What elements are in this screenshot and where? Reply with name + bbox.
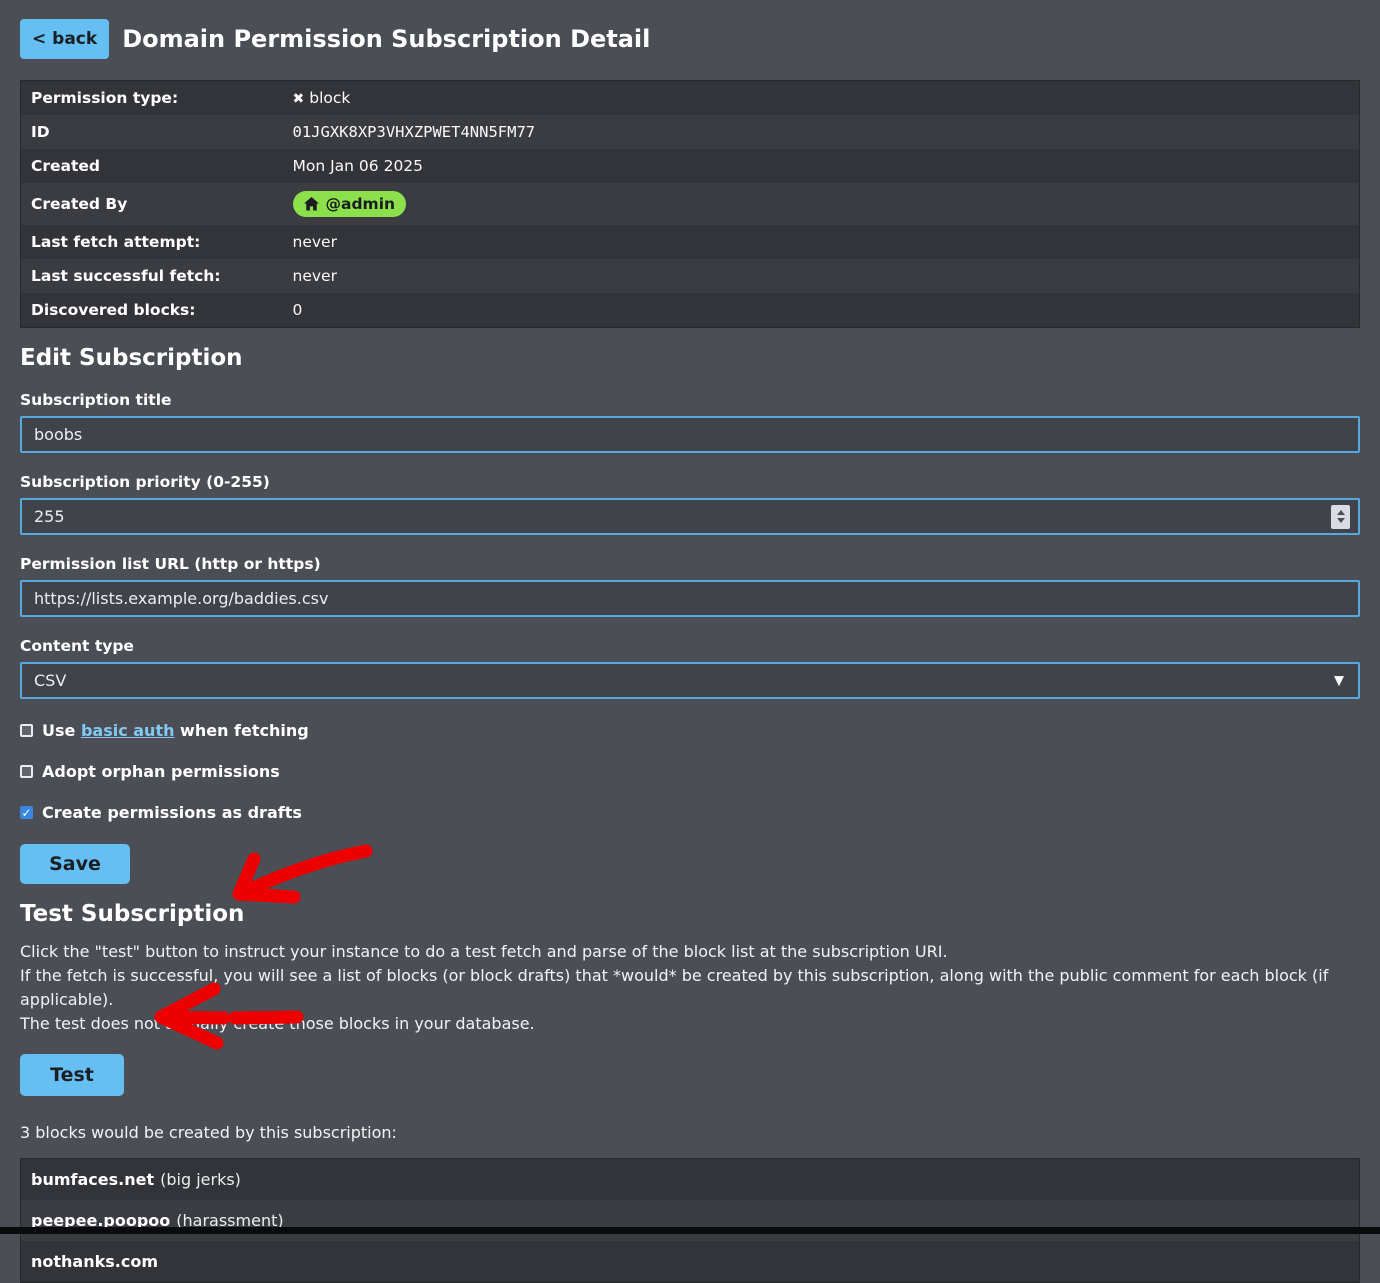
row-label: Last fetch attempt: [21, 225, 283, 259]
subscription-info-table: Permission type: ✖block ID 01JGXK8XP3VHX… [20, 80, 1360, 328]
edit-subscription-heading: Edit Subscription [20, 345, 1360, 371]
chevron-down-icon: ▼ [1334, 673, 1344, 688]
list-item: nothanks.com [21, 1241, 1359, 1282]
row-label: Created By [21, 183, 283, 225]
subscription-priority-input[interactable]: 255 [20, 498, 1360, 535]
block-domain: bumfaces.net [31, 1170, 154, 1189]
created-by-handle: @admin [326, 195, 396, 213]
table-row: Last fetch attempt: never [21, 225, 1360, 259]
last-successful-fetch-value: never [283, 259, 1360, 293]
test-subscription-heading: Test Subscription [20, 901, 1360, 927]
block-result-list: bumfaces.net (big jerks) peepee.poopoo(ha… [20, 1158, 1360, 1283]
description-line: If the fetch is successful, you will see… [20, 964, 1360, 1012]
created-date-value: Mon Jan 06 2025 [283, 149, 1360, 183]
list-item: peepee.poopoo(harassment) [21, 1200, 1359, 1241]
table-row: Created Mon Jan 06 2025 [21, 149, 1360, 183]
row-label: Permission type: [21, 81, 283, 116]
list-item: bumfaces.net (big jerks) [21, 1159, 1359, 1200]
subscription-title-input[interactable] [20, 416, 1360, 453]
subscription-priority-label: Subscription priority (0-255) [20, 473, 1360, 491]
row-label: Last successful fetch: [21, 259, 283, 293]
table-row: Permission type: ✖block [21, 81, 1360, 116]
content-type-select[interactable]: CSV ▼ [20, 662, 1360, 699]
table-row: Created By @admin [21, 183, 1360, 225]
discovered-blocks-value: 0 [283, 293, 1360, 328]
table-row: Last successful fetch: never [21, 259, 1360, 293]
subscription-title-label: Subscription title [20, 391, 1360, 409]
save-button[interactable]: Save [20, 844, 130, 884]
check-label: Create permissions as drafts [42, 803, 302, 822]
content-type-value: CSV [34, 671, 66, 690]
description-line: The test does not actually create those … [20, 1012, 1360, 1036]
page-title: Domain Permission Subscription Detail [122, 25, 650, 53]
spinner-up-icon[interactable] [1337, 510, 1345, 515]
permission-list-url-input[interactable] [20, 580, 1360, 617]
check-icon: ✓ [21, 807, 31, 819]
check-label: Use basic auth when fetching [42, 721, 309, 740]
description-line: Click the "test" button to instruct your… [20, 940, 1360, 964]
created-by-badge[interactable]: @admin [293, 191, 407, 217]
basic-auth-check-row: Use basic auth when fetching [20, 721, 1360, 740]
permission-list-url-label: Permission list URL (http or https) [20, 555, 1360, 573]
subscription-id-value: 01JGXK8XP3VHXZPWET4NN5FM77 [283, 115, 1360, 149]
row-label: Discovered blocks: [21, 293, 283, 328]
test-description: Click the "test" button to instruct your… [20, 940, 1360, 1036]
check-label: Adopt orphan permissions [42, 762, 280, 781]
adopt-orphans-check-row: Adopt orphan permissions [20, 762, 1360, 781]
last-fetch-attempt-value: never [283, 225, 1360, 259]
row-label: Created [21, 149, 283, 183]
home-icon [304, 197, 319, 211]
create-drafts-check-row: ✓ Create permissions as drafts [20, 803, 1360, 822]
back-button[interactable]: < back [20, 19, 109, 59]
block-comment: (big jerks) [160, 1170, 241, 1189]
create-drafts-checkbox[interactable]: ✓ [20, 806, 33, 819]
row-value: ✖block [283, 81, 1360, 116]
page-header: < back Domain Permission Subscription De… [20, 0, 1360, 59]
test-result-summary: 3 blocks would be created by this subscr… [20, 1123, 1360, 1142]
permission-type-value: block [309, 89, 350, 107]
basic-auth-link[interactable]: basic auth [81, 721, 175, 740]
table-row: ID 01JGXK8XP3VHXZPWET4NN5FM77 [21, 115, 1360, 149]
row-label: ID [21, 115, 283, 149]
priority-value: 255 [34, 507, 65, 526]
row-value: @admin [283, 183, 1360, 225]
window-bottom-edge [0, 1227, 1380, 1234]
number-spinner[interactable] [1331, 505, 1350, 529]
block-x-icon: ✖ [293, 91, 305, 107]
block-domain: nothanks.com [31, 1252, 158, 1271]
spinner-down-icon[interactable] [1337, 518, 1345, 523]
adopt-orphans-checkbox[interactable] [20, 765, 33, 778]
test-button[interactable]: Test [20, 1054, 124, 1096]
basic-auth-checkbox[interactable] [20, 724, 33, 737]
content-type-label: Content type [20, 637, 1360, 655]
table-row: Discovered blocks: 0 [21, 293, 1360, 328]
